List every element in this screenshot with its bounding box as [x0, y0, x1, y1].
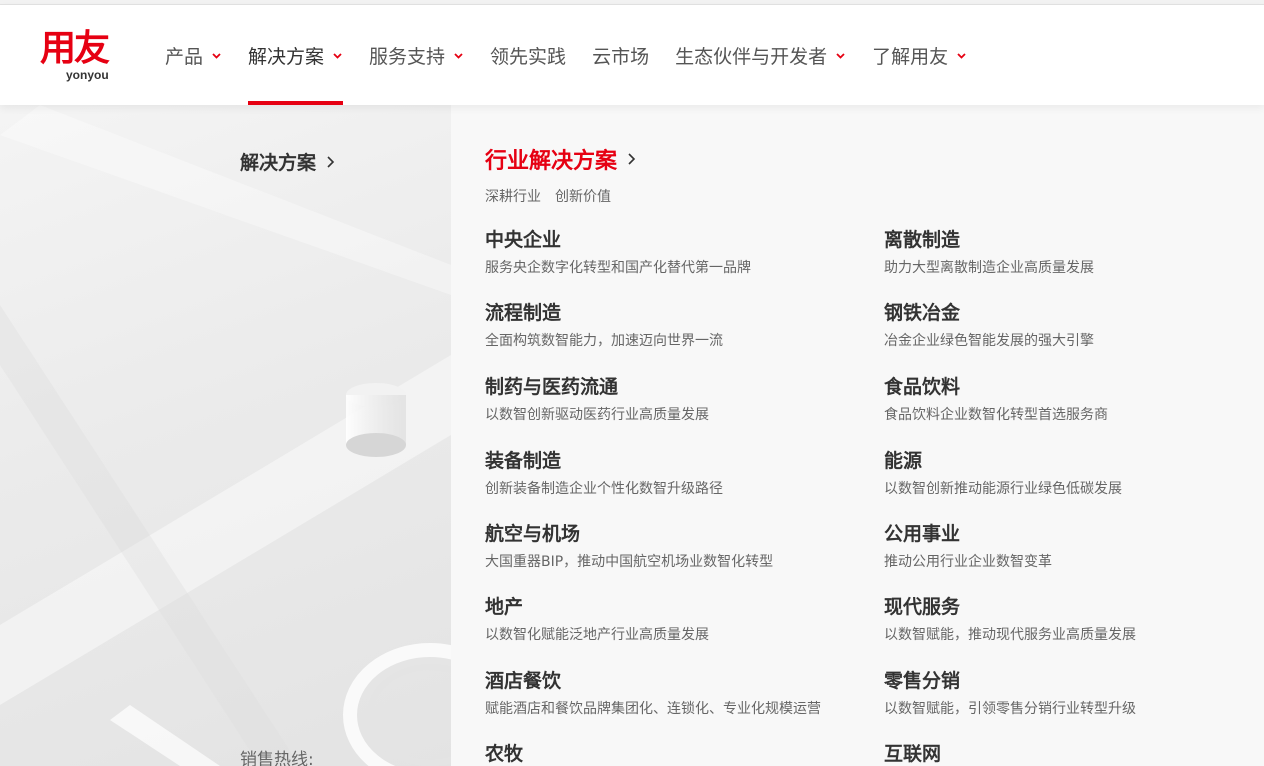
industry-desc: 以数智创新推动能源行业绿色低碳发展: [884, 481, 1122, 497]
industry-desc: 创新装备制造企业个性化数智升级路径: [485, 481, 723, 497]
main-nav: 产品 解决方案 服务支持 领先实践 云市场 生态伙伴与开发者 了解用友: [165, 5, 993, 105]
nav-item-label: 了解用友: [872, 45, 949, 68]
sales-hotline-label: 销售热线:: [240, 750, 314, 766]
industry-name: 公用事业: [884, 523, 961, 545]
industry-name: 食品饮料: [884, 376, 961, 398]
industry-solutions-title: 行业解决方案: [485, 149, 618, 174]
industry-item-equipment-manufacturing[interactable]: 装备制造 创新装备制造企业个性化数智升级路径: [485, 448, 865, 499]
industry-name: 能源: [884, 450, 923, 472]
industry-item-modern-services[interactable]: 现代服务 以数智赋能，推动现代服务业高质量发展: [884, 594, 1264, 645]
industry-desc: 服务央企数字化转型和国产化替代第一品牌: [485, 260, 751, 276]
mega-menu-right-panel: 行业解决方案 深耕行业 创新价值 中央企业 服务央企数字化转型和国产化替代第一品…: [451, 105, 1264, 766]
industry-name: 装备制造: [485, 450, 562, 472]
industry-name: 航空与机场: [485, 523, 581, 545]
industry-name: 农牧: [485, 743, 524, 765]
industry-name: 钢铁冶金: [884, 302, 961, 324]
industry-item-aviation-airport[interactable]: 航空与机场 大国重器BIP，推动中国航空机场业数智化转型: [485, 521, 865, 572]
industry-item-retail-distribution[interactable]: 零售分销 以数智赋能，引领零售分销行业转型升级: [884, 668, 1264, 719]
logo-subtext: yonyou: [66, 68, 109, 82]
chevron-down-icon: [835, 50, 846, 61]
industry-item-pharma[interactable]: 制药与医药流通 以数智创新驱动医药行业高质量发展: [485, 374, 865, 425]
industry-solutions-subtitle: 深耕行业 创新价值: [485, 189, 611, 205]
nav-item-about[interactable]: 了解用友: [872, 5, 967, 105]
industry-name: 现代服务: [884, 596, 961, 618]
industry-desc: 全面构筑数智能力，加速迈向世界一流: [485, 333, 723, 349]
industry-desc: 助力大型离散制造企业高质量发展: [884, 260, 1094, 276]
industry-name: 互联网: [884, 743, 942, 765]
solutions-heading-link[interactable]: 解决方案: [240, 148, 335, 175]
industry-desc: 推动公用行业企业数智变革: [884, 554, 1052, 570]
industry-name: 制药与医药流通: [485, 376, 619, 398]
nav-item-support[interactable]: 服务支持: [369, 5, 464, 105]
industry-desc: 大国重器BIP，推动中国航空机场业数智化转型: [485, 554, 774, 570]
industry-desc: 以数智赋能，引领零售分销行业转型升级: [884, 701, 1136, 717]
nav-item-cloud-market[interactable]: 云市场: [592, 5, 649, 105]
chevron-right-icon: [327, 155, 335, 168]
industry-item-utilities[interactable]: 公用事业 推动公用行业企业数智变革: [884, 521, 1264, 572]
industry-name: 离散制造: [884, 229, 961, 251]
chevron-down-icon: [956, 50, 967, 61]
industry-desc: 以数智创新驱动医药行业高质量发展: [485, 407, 709, 423]
nav-item-label: 解决方案: [248, 45, 325, 68]
industry-name: 中央企业: [485, 229, 562, 251]
industry-item-discrete-manufacturing[interactable]: 离散制造 助力大型离散制造企业高质量发展: [884, 227, 1264, 278]
industry-desc: 赋能酒店和餐饮品牌集团化、连锁化、专业化规模运营: [485, 701, 821, 717]
nav-item-solutions[interactable]: 解决方案: [248, 5, 344, 105]
industry-item-agriculture[interactable]: 农牧: [485, 741, 865, 766]
industry-desc: 冶金企业绿色智能发展的强大引擎: [884, 333, 1094, 349]
industry-item-internet[interactable]: 互联网: [884, 741, 1264, 766]
industry-item-central-enterprise[interactable]: 中央企业 服务央企数字化转型和国产化替代第一品牌: [485, 227, 865, 278]
industry-desc: 以数智赋能，推动现代服务业高质量发展: [884, 627, 1136, 643]
chevron-down-icon: [453, 50, 464, 61]
industry-item-food-beverage[interactable]: 食品饮料 食品饮料企业数智化转型首选服务商: [884, 374, 1264, 425]
nav-item-label: 产品: [165, 45, 204, 68]
yonyou-logo[interactable]: 用友 yonyou: [40, 30, 120, 85]
industry-desc: 食品饮料企业数智化转型首选服务商: [884, 407, 1108, 423]
industry-name: 酒店餐饮: [485, 670, 562, 692]
industry-item-hotel-catering[interactable]: 酒店餐饮 赋能酒店和餐饮品牌集团化、连锁化、专业化规模运营: [485, 668, 865, 719]
chevron-down-icon: [211, 50, 222, 61]
industry-item-real-estate[interactable]: 地产 以数智化赋能泛地产行业高质量发展: [485, 594, 865, 645]
mega-menu-left-panel: 解决方案 销售热线:: [0, 105, 451, 766]
logo-text: 用友: [40, 28, 110, 69]
nav-item-label: 领先实践: [490, 45, 567, 68]
industry-name: 零售分销: [884, 670, 961, 692]
nav-item-label: 生态伙伴与开发者: [675, 45, 828, 68]
nav-item-practices[interactable]: 领先实践: [490, 5, 566, 105]
chevron-down-icon: [332, 50, 343, 61]
industry-name: 流程制造: [485, 302, 562, 324]
industry-item-process-manufacturing[interactable]: 流程制造 全面构筑数智能力，加速迈向世界一流: [485, 300, 865, 351]
nav-item-products[interactable]: 产品: [165, 5, 222, 105]
nav-item-label: 云市场: [592, 45, 650, 68]
industry-item-steel-metallurgy[interactable]: 钢铁冶金 冶金企业绿色智能发展的强大引擎: [884, 300, 1264, 351]
decorative-background-art: [0, 105, 451, 766]
active-nav-underline: [248, 101, 344, 105]
industry-desc: 以数智化赋能泛地产行业高质量发展: [485, 627, 709, 643]
chevron-right-icon: [628, 153, 636, 165]
industry-item-energy[interactable]: 能源 以数智创新推动能源行业绿色低碳发展: [884, 448, 1264, 499]
solutions-heading-label: 解决方案: [240, 152, 317, 174]
nav-item-label: 服务支持: [369, 45, 446, 68]
industry-solutions-heading-link[interactable]: 行业解决方案: [485, 143, 636, 175]
site-header: 用友 yonyou 产品 解决方案 服务支持 领先实践 云市场 生态伙伴与开发者…: [0, 5, 1264, 105]
industry-name: 地产: [485, 596, 524, 618]
nav-item-partners[interactable]: 生态伙伴与开发者: [675, 5, 846, 105]
